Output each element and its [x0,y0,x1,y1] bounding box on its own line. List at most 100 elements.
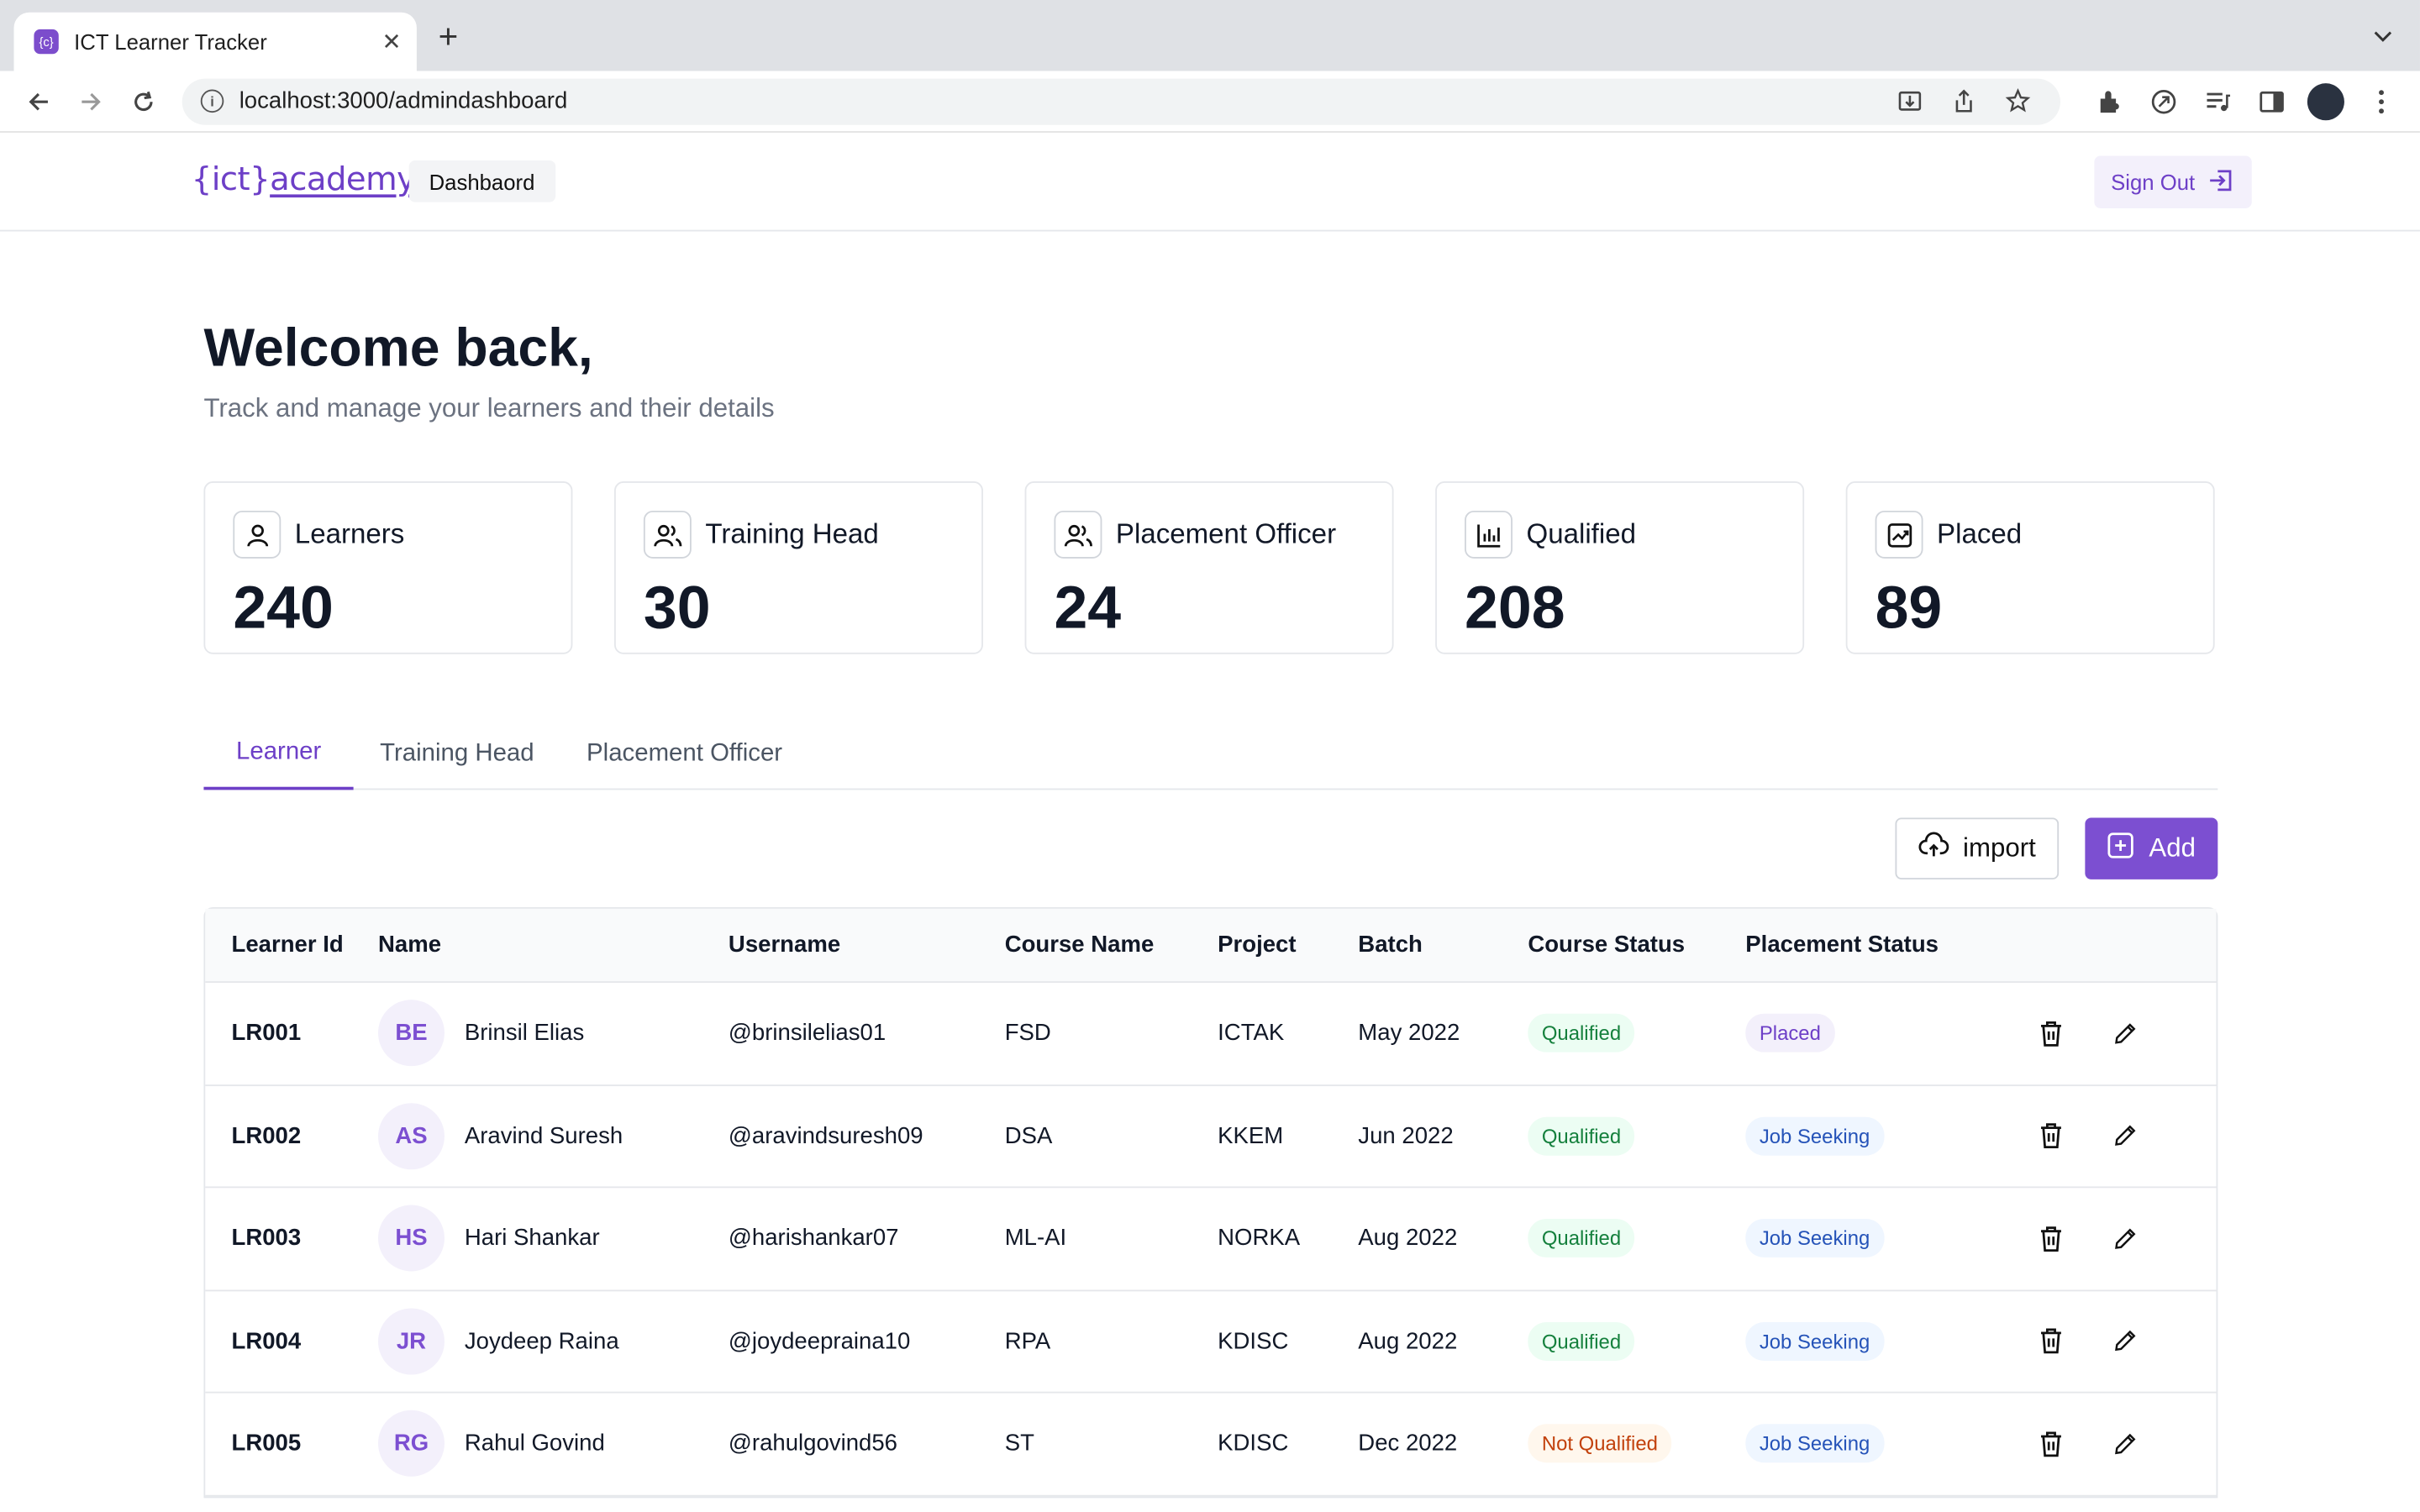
sign-out-button[interactable]: Sign Out [2094,155,2252,208]
reload-icon[interactable] [118,76,170,126]
placement-status-badge: Job Seeking [1745,1116,1884,1156]
table-row[interactable]: LR004 JR Joydeep Raina @joydeepraina10 RP… [205,1290,2217,1394]
media-queue-icon[interactable] [2190,76,2244,126]
column-header[interactable]: Project [1218,932,1358,958]
table-row[interactable]: LR003 HS Hari Shankar @harishankar07 ML-A… [205,1188,2217,1291]
learner-id: LR002 [231,1122,302,1149]
bookmark-star-icon[interactable] [1991,87,2044,114]
ict-academy-logo[interactable]: {ict}academy [192,160,416,197]
trash-icon[interactable] [2039,1223,2063,1254]
course-name: DSA [1004,1122,1053,1149]
column-header[interactable]: Batch [1358,932,1528,958]
add-button[interactable]: Add [2085,817,2218,879]
course-status-badge: Not Qualified [1528,1424,1672,1463]
share-icon[interactable] [1937,88,1991,114]
project: NORKA [1218,1225,1301,1252]
page-subtitle: Track and manage your learners and their… [203,393,775,423]
stat-card-training-head: Training Head 30 [614,481,983,654]
info-icon[interactable]: i [200,89,224,113]
pencil-icon[interactable] [2112,1121,2137,1152]
logo-word: academy [270,160,416,198]
tab-training-head[interactable]: Training Head [354,719,560,790]
trash-icon[interactable] [2039,1018,2063,1049]
learner-name: Aravind Suresh [464,1122,623,1149]
placement-status-badge: Job Seeking [1745,1219,1884,1258]
logo-brace: {ict} [191,160,271,198]
stat-card-placement-officer: Placement Officer 24 [1024,481,1394,654]
course-name: ML-AI [1004,1225,1067,1252]
more-menu-icon[interactable] [2354,76,2407,126]
placement-status-badge: Placed [1745,1014,1835,1053]
stat-value: 240 [233,575,334,643]
project: KDISC [1218,1431,1289,1457]
extensions-icon[interactable] [2082,76,2136,126]
browser-tab[interactable]: {c} ICT Learner Tracker ✕ [13,12,417,71]
column-header[interactable]: Course Status [1528,932,1745,958]
trash-icon[interactable] [2039,1121,2063,1152]
extension-spiral-icon[interactable] [2136,76,2190,126]
learners-table: Learner Id Name Username Course Name Pro… [203,906,2218,1498]
new-tab-button[interactable]: + [439,19,459,54]
project: KDISC [1218,1327,1289,1355]
learner-id: LR001 [231,1020,302,1047]
stat-label: Placement Officer [1115,518,1337,549]
column-header[interactable]: Username [729,932,1005,958]
course-status-badge: Qualified [1528,1116,1635,1156]
batch: Dec 2022 [1358,1431,1458,1457]
browser-toolbar: i localhost:3000/admindashboard [0,71,2420,133]
close-icon[interactable]: ✕ [381,28,401,55]
trash-icon[interactable] [2039,1428,2063,1459]
tab-placement-officer[interactable]: Placement Officer [560,719,808,790]
learner-id: LR004 [231,1327,302,1355]
column-header[interactable]: Learner Id [205,932,378,958]
placement-status-badge: Job Seeking [1745,1424,1884,1463]
stat-value: 24 [1054,575,1122,643]
pencil-icon[interactable] [2112,1326,2137,1357]
column-header[interactable]: Placement Status [1745,932,2007,958]
stat-card-placed: Placed 89 [1845,481,2215,654]
chart-image-icon [1875,510,1923,559]
url-text[interactable]: localhost:3000/admindashboard [239,88,1883,114]
pencil-icon[interactable] [2112,1223,2137,1254]
stat-card-learners: Learners 240 [203,481,573,654]
batch: Jun 2022 [1358,1122,1454,1149]
browser-tabstrip: {c} ICT Learner Tracker ✕ + [0,0,2420,71]
batch: Aug 2022 [1358,1327,1458,1355]
nav-dashboard-link[interactable]: Dashbaord [408,160,555,202]
column-header[interactable]: Name [378,932,729,958]
sign-out-label: Sign Out [2111,170,2196,195]
stat-label: Qualified [1526,518,1636,549]
stat-label: Placed [1937,518,2023,549]
forward-icon[interactable] [65,76,117,126]
learner-username: @joydeepraina10 [728,1327,911,1355]
learner-name: Rahul Govind [464,1431,605,1457]
learner-id: LR003 [231,1225,302,1252]
trash-icon[interactable] [2039,1326,2063,1357]
learner-username: @brinsilelias01 [728,1020,886,1047]
table-row[interactable]: LR002 AS Aravind Suresh @aravindsuresh09 … [205,1085,2217,1189]
learner-username: @harishankar07 [728,1225,899,1252]
column-header[interactable]: Course Name [1005,932,1218,958]
table-row[interactable]: LR001 BE Brinsil Elias @brinsilelias01 FS… [205,983,2217,1086]
avatar: BE [377,1000,445,1067]
placement-status-badge: Job Seeking [1745,1321,1884,1361]
page-title: Welcome back, [203,318,593,378]
pencil-icon[interactable] [2112,1428,2137,1459]
learner-username: @aravindsuresh09 [728,1122,923,1149]
install-icon[interactable] [1883,88,1937,114]
chevron-down-icon[interactable] [2372,24,2394,54]
import-button[interactable]: import [1895,817,2060,879]
side-panel-icon[interactable] [2244,76,2298,126]
learner-username: @rahulgovind56 [728,1431,897,1457]
back-icon[interactable] [13,76,65,126]
stat-label: Learners [294,518,405,549]
profile-avatar-icon[interactable] [2307,82,2344,120]
pencil-icon[interactable] [2112,1018,2137,1049]
address-bar[interactable]: i localhost:3000/admindashboard [182,77,2060,124]
learner-id: LR005 [231,1431,302,1457]
role-tabs: Learner Training Head Placement Officer [203,719,2218,790]
batch: Aug 2022 [1358,1225,1458,1252]
tab-learner[interactable]: Learner [203,719,354,790]
table-row[interactable]: LR005 RG Rahul Govind @rahulgovind56 ST K… [205,1394,2217,1496]
users-icon [643,510,692,559]
